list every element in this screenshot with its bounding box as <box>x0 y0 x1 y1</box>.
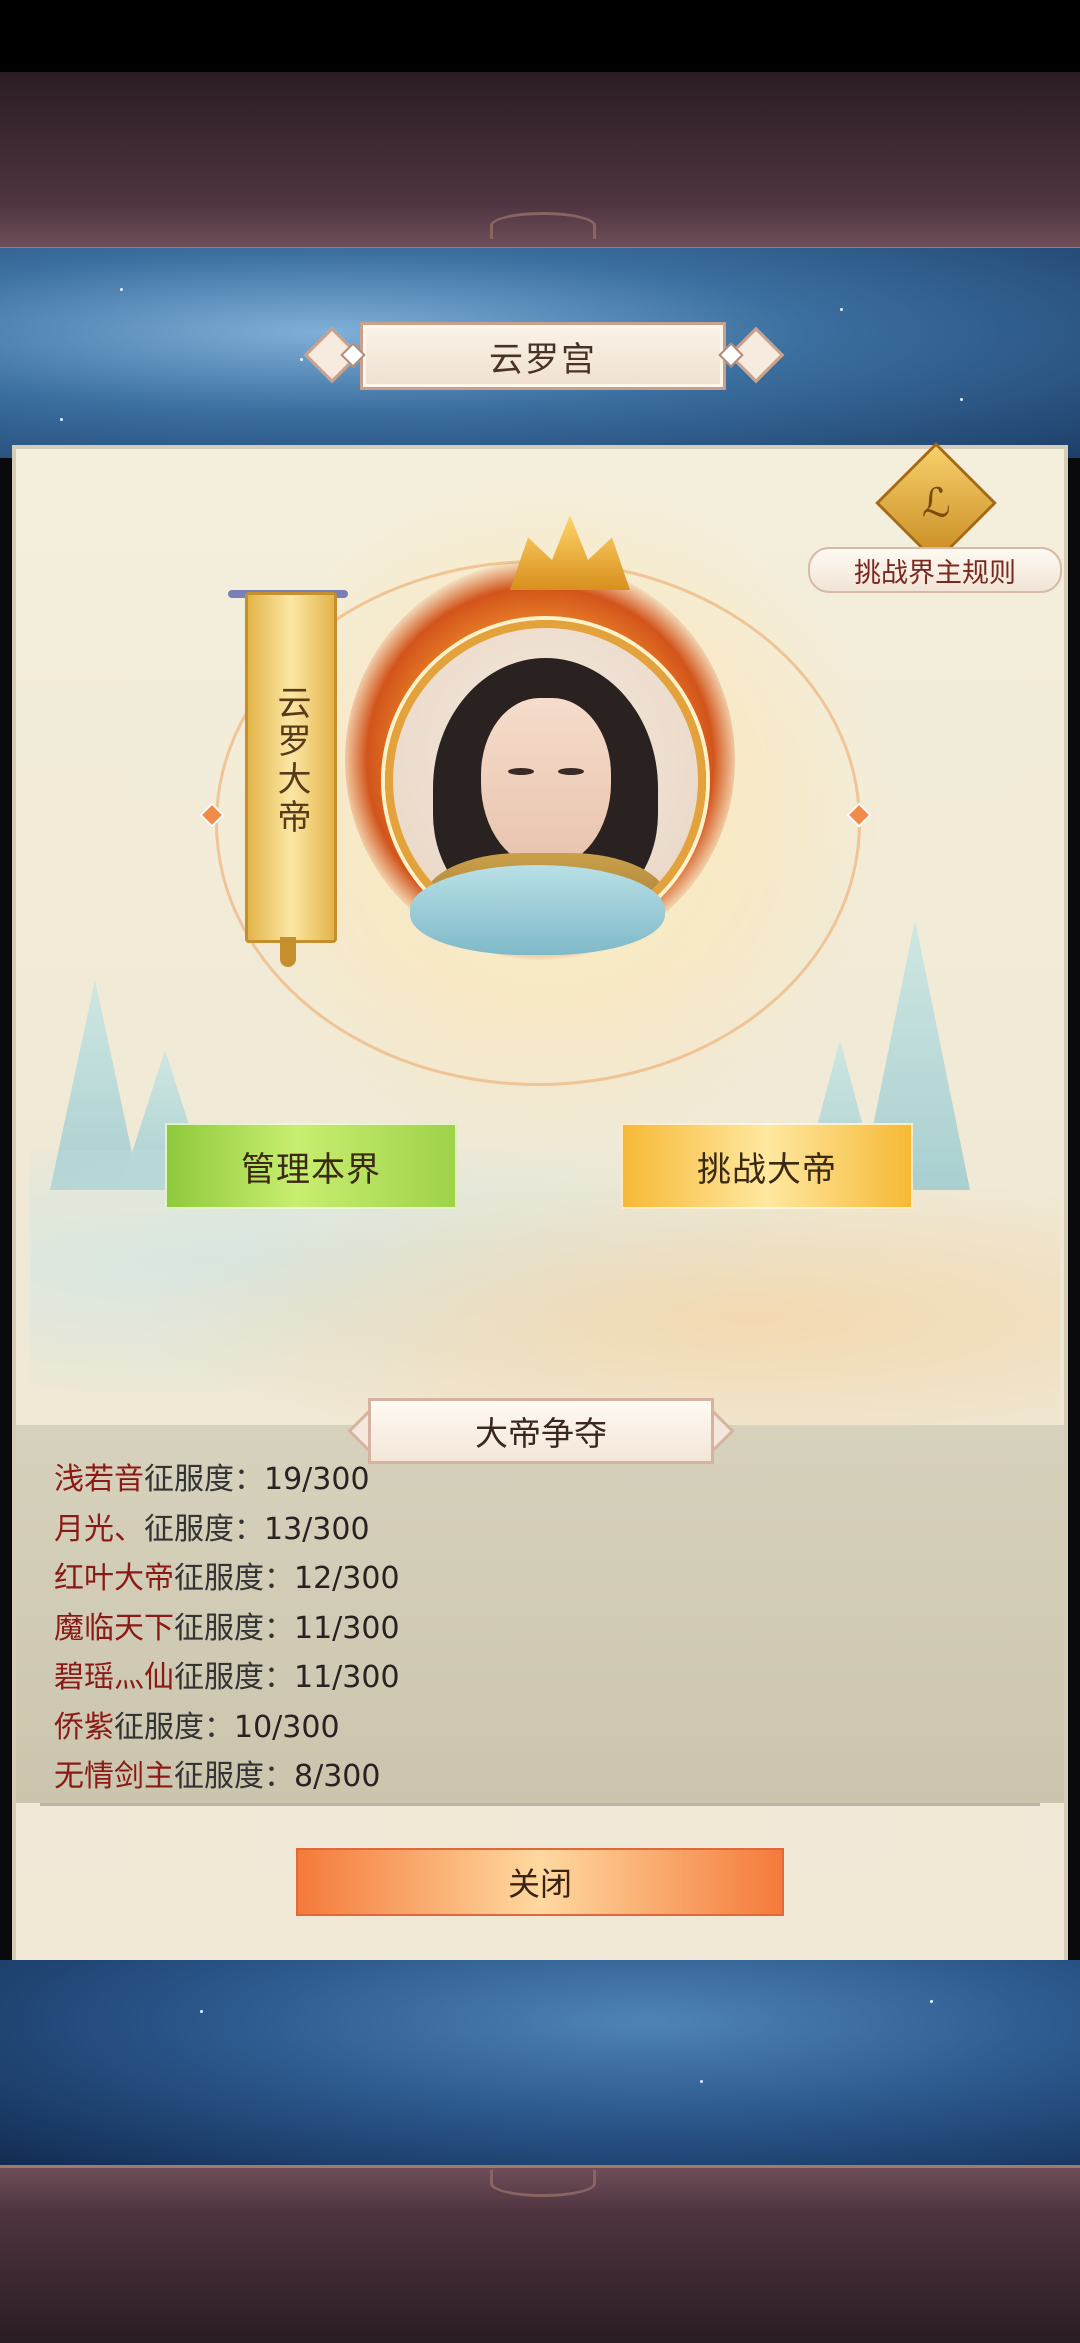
conquest-label: 征服度： <box>144 1511 264 1547</box>
conquest-label: 征服度： <box>114 1709 234 1745</box>
conquest-score: 8/300 <box>294 1759 381 1794</box>
star-icon <box>200 2010 203 2013</box>
list-item: 魔临天下征服度：11/300 <box>54 1604 1014 1654</box>
conquest-score: 11/300 <box>294 1660 400 1695</box>
bottom-ornament <box>490 2170 596 2197</box>
banner-tassel <box>280 937 296 967</box>
player-name: 侨紫 <box>54 1709 114 1745</box>
portrait-face <box>481 698 611 868</box>
player-name: 红叶大帝 <box>54 1561 174 1596</box>
top-ornament <box>490 212 596 239</box>
close-button[interactable]: 关闭 <box>296 1848 784 1916</box>
list-item: 红叶大帝征服度：12/300 <box>54 1554 1014 1604</box>
status-bar <box>0 0 1080 72</box>
star-icon <box>700 2080 703 2083</box>
conquest-label: 征服度： <box>174 1759 294 1794</box>
conquest-label: 征服度： <box>174 1610 294 1646</box>
player-name: 月光、 <box>54 1511 144 1547</box>
contest-title: 大帝争夺 <box>475 1414 607 1453</box>
contest-list[interactable]: 浅若音征服度：19/300 月光、征服度：13/300 红叶大帝征服度：12/3… <box>54 1455 1014 1800</box>
lotus-pedestal <box>410 865 665 955</box>
divider <box>40 1803 1040 1806</box>
challenge-rules-button[interactable]: 挑战界主规则 <box>808 547 1062 593</box>
list-item: 月光、征服度：13/300 <box>54 1505 1014 1555</box>
manage-realm-label: 管理本界 <box>241 1149 381 1190</box>
list-item: 无情剑主征服度：8/300 <box>54 1752 1014 1800</box>
player-name: 魔临天下 <box>54 1610 174 1646</box>
challenge-rules-label: 挑战界主规则 <box>854 557 1016 589</box>
player-name: 无情剑主 <box>54 1759 174 1794</box>
star-icon <box>930 2000 933 2003</box>
star-icon <box>840 308 843 311</box>
manage-realm-button[interactable]: 管理本界 <box>165 1123 457 1209</box>
starry-sky-bottom <box>0 1960 1080 2165</box>
conquest-score: 11/300 <box>294 1610 400 1646</box>
list-item: 碧瑶灬仙征服度：11/300 <box>54 1653 1014 1703</box>
ruler-banner: 云罗大帝 <box>245 592 337 943</box>
conquest-score: 12/300 <box>294 1561 400 1596</box>
palace-title: 云罗宫 <box>489 339 597 380</box>
star-icon <box>960 398 963 401</box>
conquest-label: 征服度： <box>144 1462 264 1497</box>
portrait-eye-right <box>558 768 584 775</box>
conquest-score: 10/300 <box>234 1709 340 1745</box>
portrait-eye-left <box>508 768 534 775</box>
conquest-label: 征服度： <box>174 1561 294 1596</box>
player-name: 碧瑶灬仙 <box>54 1660 174 1695</box>
conquest-label: 征服度： <box>174 1660 294 1695</box>
star-icon <box>120 288 123 291</box>
player-name: 浅若音 <box>54 1462 144 1497</box>
ruler-name: 云罗大帝 <box>271 685 311 837</box>
star-icon <box>60 418 63 421</box>
list-item: 侨紫征服度：10/300 <box>54 1703 1014 1753</box>
star-icon <box>300 358 303 361</box>
list-item: 浅若音征服度：19/300 <box>54 1455 1014 1505</box>
challenge-emperor-label: 挑战大帝 <box>697 1149 837 1190</box>
conquest-score: 13/300 <box>264 1511 370 1547</box>
conquest-score: 19/300 <box>264 1462 370 1497</box>
close-label: 关闭 <box>507 1865 572 1903</box>
challenge-emperor-button[interactable]: 挑战大帝 <box>621 1123 913 1209</box>
palace-title-plate: 云罗宫 <box>360 322 726 390</box>
